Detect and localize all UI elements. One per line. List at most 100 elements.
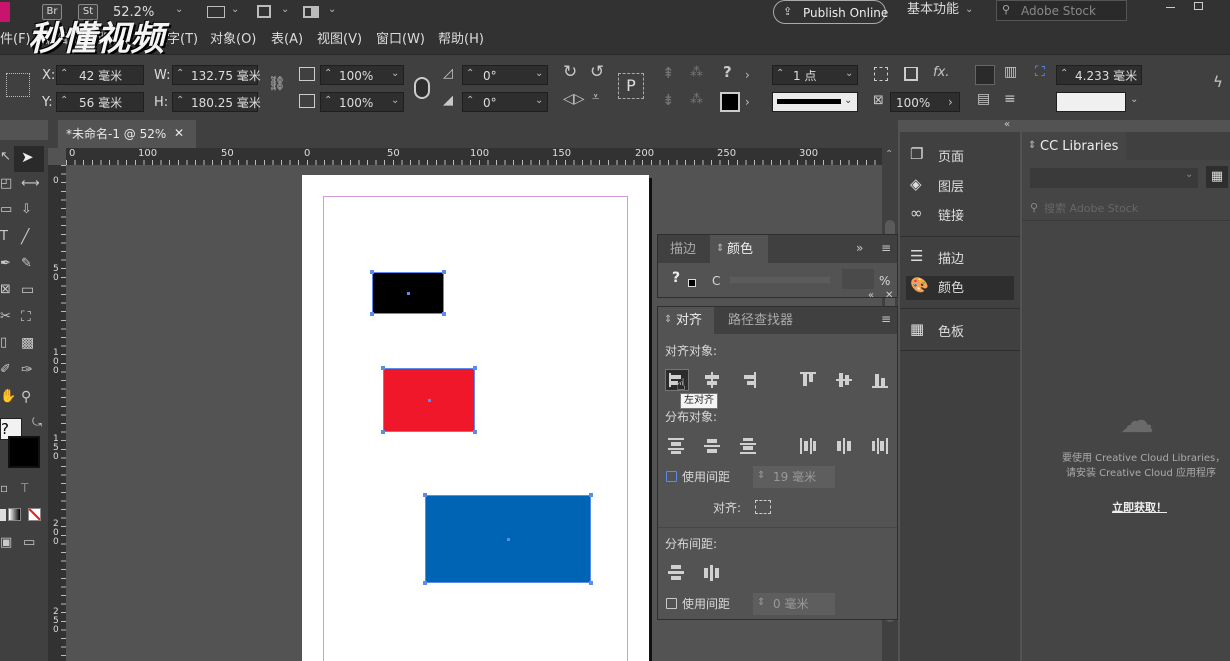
x-stepper-icon[interactable]: ⌃: [60, 69, 68, 79]
scale-y-field[interactable]: ⌃ 100% ⌄: [320, 92, 404, 112]
stock-button[interactable]: St: [78, 4, 98, 20]
distribute-right-icon[interactable]: [872, 438, 890, 454]
h-stepper-icon[interactable]: ⌃: [176, 96, 184, 106]
select-next-icon[interactable]: ⁂: [690, 93, 703, 106]
distribute-left-icon[interactable]: [800, 438, 818, 454]
zoom-tool-icon[interactable]: ⚲: [21, 390, 31, 404]
publish-online-button[interactable]: ⇪ Publish Online: [773, 0, 888, 24]
close-tab-icon[interactable]: ✕: [174, 127, 184, 139]
select-container-icon[interactable]: ⇞: [662, 66, 675, 81]
zoom-level[interactable]: 52.2%: [113, 6, 154, 19]
distribute-top-icon[interactable]: [668, 438, 686, 454]
menu-file[interactable]: 件(F): [0, 33, 31, 46]
selection-handle[interactable]: [473, 366, 477, 370]
shear-field[interactable]: ⌃ 0° ⌄: [462, 92, 548, 112]
scale-x-dropdown-icon[interactable]: ⌄: [391, 69, 399, 79]
h-field[interactable]: ⌃ 180.25 毫米: [172, 92, 261, 112]
y-field[interactable]: ⌃ 56 毫米: [56, 92, 144, 112]
pencil-tool-icon[interactable]: ✎: [21, 257, 32, 270]
menu-help[interactable]: 帮助(H): [438, 33, 484, 46]
zoom-dropdown-icon[interactable]: ⌄: [175, 5, 183, 15]
pen-tool-icon[interactable]: ✒: [0, 257, 11, 270]
rotate-field[interactable]: ⌃ 0° ⌄: [462, 65, 548, 85]
align-top-icon[interactable]: [800, 372, 818, 388]
eyedropper-tool-icon[interactable]: ✑: [21, 363, 33, 377]
opacity-field[interactable]: 100% ›: [890, 92, 960, 112]
blue-rectangle[interactable]: [423, 493, 593, 585]
stroke-weight-dropdown-icon[interactable]: ⌄: [845, 69, 853, 79]
page-tool-icon[interactable]: ◰: [0, 177, 12, 190]
cclib-search-placeholder[interactable]: 搜索 Adobe Stock: [1044, 203, 1138, 214]
shear-stepper-icon[interactable]: ⌃: [466, 96, 474, 106]
apply-gradient-icon[interactable]: [8, 508, 21, 521]
quick-apply-icon[interactable]: ϟ: [1213, 75, 1223, 90]
swap-fill-stroke-icon[interactable]: ⤿: [32, 416, 42, 428]
dock-collapse-icon[interactable]: «: [1004, 120, 1010, 130]
align-panel-menu-icon[interactable]: ≡: [881, 313, 891, 325]
flip-horizontal-icon[interactable]: ◁▷: [563, 92, 585, 106]
selection-handle[interactable]: [473, 430, 477, 434]
free-transform-tool-icon[interactable]: ⛶: [21, 310, 31, 324]
selection-handle[interactable]: [589, 581, 593, 585]
view-options-icon[interactable]: [207, 6, 225, 18]
object-style-chevron-icon[interactable]: ⌄: [1130, 95, 1138, 105]
fill-unknown-icon[interactable]: ?: [723, 65, 732, 80]
drop-shadow-icon[interactable]: [904, 67, 918, 81]
fill-chevron-icon[interactable]: ›: [745, 69, 750, 81]
screen-mode-chevron-icon[interactable]: ⌄: [281, 5, 289, 15]
selection-handle[interactable]: [381, 430, 385, 434]
view-options-chevron-icon[interactable]: ⌄: [231, 5, 239, 15]
stock-search-box[interactable]: ⚲ Adobe Stock: [996, 0, 1127, 21]
stroke-weight-field[interactable]: ⌃ 1 点 ⌄: [772, 65, 858, 85]
tab-color[interactable]: 颜色: [727, 243, 753, 256]
selection-tool-icon[interactable]: ➤: [21, 150, 34, 165]
text-wrap-jump-icon[interactable]: ≡: [1004, 92, 1016, 106]
selection-handle[interactable]: [589, 493, 593, 497]
gap-tool-icon[interactable]: ⟷: [21, 177, 40, 190]
workspace-chevron-icon[interactable]: ⌄: [965, 5, 973, 15]
align-to-selection-icon[interactable]: [755, 500, 771, 514]
opacity-chevron-icon[interactable]: ›: [948, 96, 953, 108]
dock-item-links[interactable]: ∞ 链接: [906, 204, 1014, 228]
arrange-chevron-icon[interactable]: ⌄: [328, 5, 336, 15]
w-field[interactable]: ⌃ 132.75 毫米: [172, 65, 261, 85]
minimize-icon[interactable]: [1166, 7, 1175, 8]
selection-handle[interactable]: [423, 493, 427, 497]
w-stepper-icon[interactable]: ⌃: [176, 69, 184, 79]
document-tab[interactable]: *未命名-1 @ 52% ✕: [58, 120, 196, 148]
scale-y-dropdown-icon[interactable]: ⌄: [391, 96, 399, 106]
spacing-stepper-icon-2[interactable]: ⇕: [757, 598, 765, 608]
spacing-field[interactable]: ⇕ 19 毫米: [753, 466, 835, 488]
select-prev-icon[interactable]: ⇟: [662, 93, 675, 108]
stroke-weight-stepper-icon[interactable]: ⌃: [776, 69, 784, 79]
text-wrap-none-icon[interactable]: [975, 65, 995, 85]
scissors-tool-icon[interactable]: ✂: [0, 310, 11, 323]
panel-menu-icon[interactable]: ≡: [881, 242, 891, 254]
spacing-field-2[interactable]: ⇕ 0 毫米: [753, 593, 835, 615]
selection-container-icon[interactable]: P: [618, 73, 644, 99]
menu-view[interactable]: 视图(V): [317, 33, 362, 46]
screen-mode-tool-icon[interactable]: ▭: [23, 536, 35, 549]
stroke-swatch-tool[interactable]: [8, 436, 40, 468]
channel-c-slider[interactable]: [730, 277, 830, 283]
formatting-container-icon[interactable]: ▫: [0, 482, 8, 494]
selection-handle[interactable]: [370, 312, 374, 316]
selection-handle[interactable]: [370, 270, 374, 274]
line-tool-icon[interactable]: ╱: [21, 230, 29, 244]
cclib-tab[interactable]: ⇕ CC Libraries: [1022, 132, 1126, 160]
menu-window[interactable]: 窗口(W): [376, 33, 425, 46]
scale-x-stepper-icon[interactable]: ⌃: [324, 69, 332, 79]
note-tool-icon[interactable]: ✐: [0, 363, 11, 376]
distribute-vertical-space-icon[interactable]: [668, 565, 686, 581]
align-right-icon[interactable]: [739, 372, 757, 388]
black-rectangle[interactable]: [370, 270, 446, 316]
dock-item-color[interactable]: 🎨 颜色: [906, 276, 1014, 300]
apply-none-icon[interactable]: [28, 508, 41, 521]
formatting-text-icon[interactable]: T: [21, 482, 28, 494]
cclib-get-link[interactable]: 立即获取！: [1112, 502, 1167, 513]
collapse-panel-icon[interactable]: »: [856, 242, 863, 254]
text-wrap-box-icon[interactable]: ▥: [1004, 65, 1017, 79]
distribute-vertical-center-icon[interactable]: [704, 438, 722, 454]
panel-close-icon[interactable]: ✕: [885, 291, 893, 301]
bridge-button[interactable]: Br: [42, 4, 62, 20]
